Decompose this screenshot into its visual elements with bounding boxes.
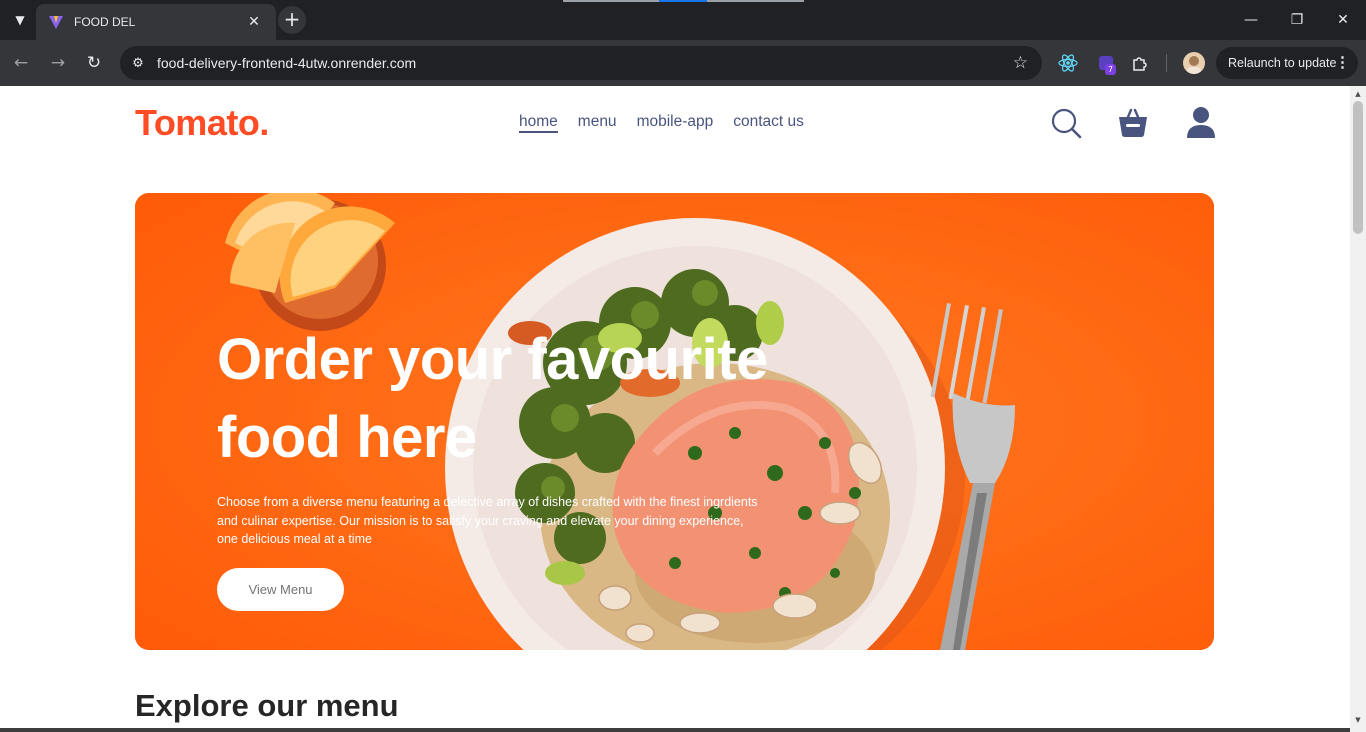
explore-menu-heading: Explore our menu <box>135 688 399 723</box>
search-icon[interactable] <box>1049 106 1083 140</box>
extension-icon[interactable]: 7 <box>1095 52 1117 75</box>
tab-search-chevron-icon[interactable]: ▼ <box>8 9 32 31</box>
vite-favicon-icon <box>49 16 63 29</box>
back-arrow-icon[interactable]: ← <box>10 52 32 74</box>
web-page: Tomato. home menu mobile-app contact us <box>0 86 1350 732</box>
address-bar[interactable]: ⚙ food-delivery-frontend-4utw.onrender.c… <box>120 46 1042 80</box>
view-menu-button[interactable]: View Menu <box>217 568 344 611</box>
nav-item-menu[interactable]: menu <box>578 113 617 133</box>
relaunch-to-update-button[interactable]: Relaunch to update ⋮ <box>1216 47 1358 79</box>
profile-icon[interactable] <box>1184 106 1218 140</box>
browser-tab[interactable]: FOOD DEL ✕ <box>36 4 276 40</box>
nav-item-contact-us[interactable]: contact us <box>733 113 804 133</box>
basket-icon[interactable] <box>1116 106 1150 140</box>
browser-menu-icon[interactable]: ⋮ <box>1335 53 1350 71</box>
bookmark-star-icon[interactable]: ☆ <box>1013 53 1028 73</box>
new-tab-button[interactable]: + <box>278 6 306 34</box>
nav-item-mobile-app[interactable]: mobile-app <box>637 113 714 133</box>
page-scrollbar[interactable]: ▲ ▼ <box>1350 86 1366 732</box>
reload-icon[interactable]: ↻ <box>83 52 105 74</box>
browser-tab-bar: ▼ FOOD DEL ✕ + — ❐ ✕ <box>0 0 1366 40</box>
forward-arrow-icon[interactable]: → <box>47 52 69 74</box>
toolbar-divider <box>1166 54 1167 72</box>
site-settings-icon[interactable]: ⚙ <box>128 53 148 73</box>
restore-icon[interactable]: ❐ <box>1274 0 1320 40</box>
site-logo[interactable]: Tomato. <box>135 102 269 144</box>
hero-description: Choose from a diverse menu featuring a d… <box>217 495 758 546</box>
hero-banner: Order your favourite food here Choose fr… <box>135 193 1214 650</box>
hero-title: Order your favourite food here <box>217 327 768 470</box>
tab-title: FOOD DEL <box>74 15 136 29</box>
minimize-icon[interactable]: — <box>1228 0 1274 40</box>
extensions-puzzle-icon[interactable] <box>1129 52 1151 74</box>
horizontal-scroll-strip <box>0 728 1350 732</box>
scroll-thumb[interactable] <box>1353 101 1363 234</box>
close-window-icon[interactable]: ✕ <box>1320 0 1366 40</box>
browser-toolbar: ← → ↻ ⚙ food-delivery-frontend-4utw.onre… <box>0 40 1366 86</box>
scroll-down-icon[interactable]: ▼ <box>1354 716 1362 724</box>
extension-badge: 7 <box>1105 64 1117 75</box>
url-text[interactable]: food-delivery-frontend-4utw.onrender.com <box>157 55 1013 71</box>
nav-item-home[interactable]: home <box>519 113 558 133</box>
tab-strip-indicator-active <box>659 0 707 2</box>
main-nav: home menu mobile-app contact us <box>519 113 804 133</box>
profile-avatar[interactable] <box>1183 52 1205 74</box>
tab-close-icon[interactable]: ✕ <box>244 14 264 30</box>
react-devtools-icon[interactable] <box>1057 52 1079 74</box>
relaunch-label: Relaunch to update <box>1228 56 1337 70</box>
scroll-up-icon[interactable]: ▲ <box>1354 90 1362 98</box>
